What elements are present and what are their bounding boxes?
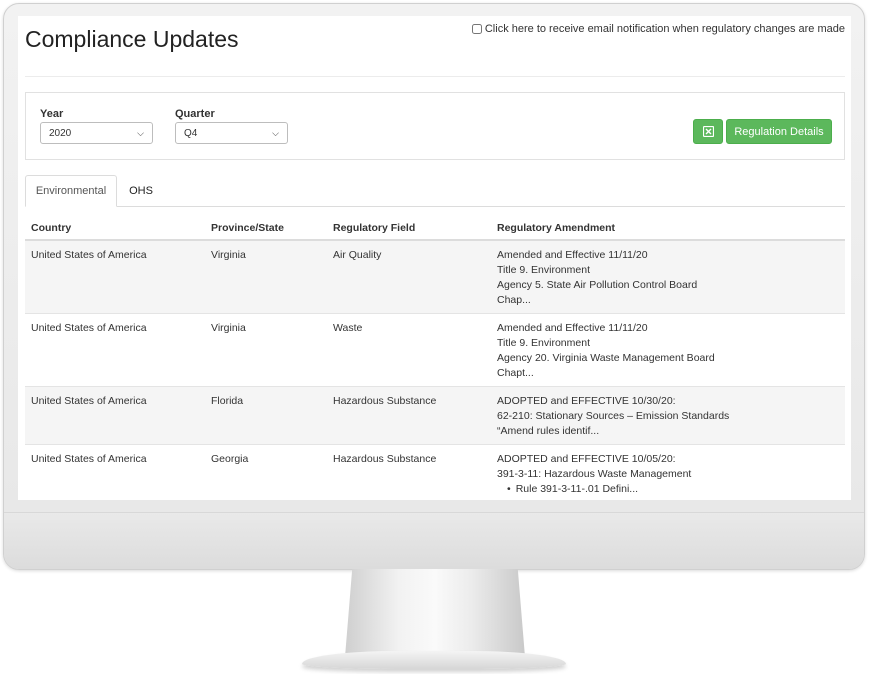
amendment-line: Chap...	[497, 294, 531, 306]
tab-environmental[interactable]: Environmental	[25, 175, 117, 207]
email-notification-option[interactable]: Click here to receive email notification…	[471, 23, 845, 35]
cell-regulatory-amendment: Amended and Effective 11/11/20 Title 9. …	[497, 321, 845, 381]
year-field: Year 2020 ⌵	[40, 108, 153, 144]
amendment-line: Chapt...	[497, 367, 534, 379]
monitor-stand-neck	[345, 569, 525, 657]
chevron-down-icon: ⌵	[272, 127, 279, 138]
excel-export-button[interactable]	[693, 119, 723, 144]
amendment-line: Agency 20. Virginia Waste Management Boa…	[497, 352, 715, 364]
cell-regulatory-amendment: Amended and Effective 11/11/20 Title 9. …	[497, 248, 845, 308]
compliance-table: Country Province/State Regulatory Field …	[25, 216, 845, 500]
year-select-value: 2020	[49, 127, 72, 139]
amendment-line: Amended and Effective 11/11/20	[497, 249, 648, 261]
cell-province-state: Georgia	[211, 453, 249, 465]
chevron-down-icon: ⌵	[137, 127, 144, 138]
column-header-regulatory-amendment[interactable]: Regulatory Amendment	[497, 222, 845, 234]
amendment-bullet: Rule 391-3-11-.01 Defini...	[497, 482, 845, 497]
excel-export-icon	[702, 126, 714, 137]
tab-bar: Environmental OHS	[25, 175, 845, 207]
cell-country: United States of America	[31, 249, 147, 261]
quarter-field: Quarter Q4 ⌵	[175, 108, 288, 144]
cell-regulatory-amendment: ADOPTED and EFFECTIVE 10/30/20: 62-210: …	[497, 394, 845, 439]
cell-country: United States of America	[31, 395, 147, 407]
year-select[interactable]: 2020 ⌵	[40, 122, 153, 144]
cell-province-state: Florida	[211, 395, 244, 407]
quarter-select[interactable]: Q4 ⌵	[175, 122, 288, 144]
table-header: Country Province/State Regulatory Field …	[25, 216, 845, 241]
cell-regulatory-field: Hazardous Substance	[333, 453, 437, 465]
tab-ohs[interactable]: OHS	[121, 175, 161, 207]
monitor-chin	[4, 512, 864, 569]
amendment-line: 62-210: Stationary Sources – Emission St…	[497, 410, 730, 422]
title-divider	[25, 76, 845, 77]
table-row[interactable]: United States of America Florida Hazardo…	[25, 387, 845, 445]
amendment-line: 391-3-11: Hazardous Waste Management	[497, 468, 692, 480]
amendment-line: Title 9. Environment	[497, 264, 590, 276]
table-row[interactable]: United States of America Georgia Hazardo…	[25, 445, 845, 500]
monitor-stand-base	[302, 651, 566, 669]
filter-panel: Year 2020 ⌵ Quarter Q4 ⌵ Regulation Deta…	[25, 92, 845, 160]
cell-province-state: Virginia	[211, 322, 246, 334]
regulation-details-button[interactable]: Regulation Details	[726, 119, 832, 144]
column-header-regulatory-field[interactable]: Regulatory Field	[333, 222, 497, 234]
cell-regulatory-field: Hazardous Substance	[333, 395, 437, 407]
quarter-label: Quarter	[175, 108, 215, 120]
email-notification-checkbox[interactable]	[471, 24, 482, 34]
amendment-line: ADOPTED and EFFECTIVE 10/05/20:	[497, 453, 676, 465]
email-notification-label: Click here to receive email notification…	[484, 23, 845, 35]
cell-province-state: Virginia	[211, 249, 246, 261]
cell-country: United States of America	[31, 322, 147, 334]
amendment-line: Agency 5. State Air Pollution Control Bo…	[497, 279, 698, 291]
table-row[interactable]: United States of America Virginia Waste …	[25, 314, 845, 387]
year-label: Year	[40, 108, 64, 120]
quarter-select-value: Q4	[184, 127, 198, 139]
cell-regulatory-field: Air Quality	[333, 249, 382, 261]
amendment-line: Amended and Effective 11/11/20	[497, 322, 648, 334]
column-header-province-state[interactable]: Province/State	[211, 222, 333, 234]
cell-regulatory-amendment: ADOPTED and EFFECTIVE 10/05/20: 391-3-11…	[497, 452, 845, 497]
amendment-line: ADOPTED and EFFECTIVE 10/30/20:	[497, 395, 676, 407]
page-title: Compliance Updates	[25, 26, 239, 52]
amendment-line: Title 9. Environment	[497, 337, 590, 349]
cell-country: United States of America	[31, 453, 147, 465]
table-row[interactable]: United States of America Virginia Air Qu…	[25, 241, 845, 314]
amendment-line: “Amend rules identif...	[497, 425, 600, 437]
app-screen: Compliance Updates Click here to receive…	[18, 16, 851, 500]
column-header-country[interactable]: Country	[25, 222, 211, 234]
cell-regulatory-field: Waste	[333, 322, 363, 334]
